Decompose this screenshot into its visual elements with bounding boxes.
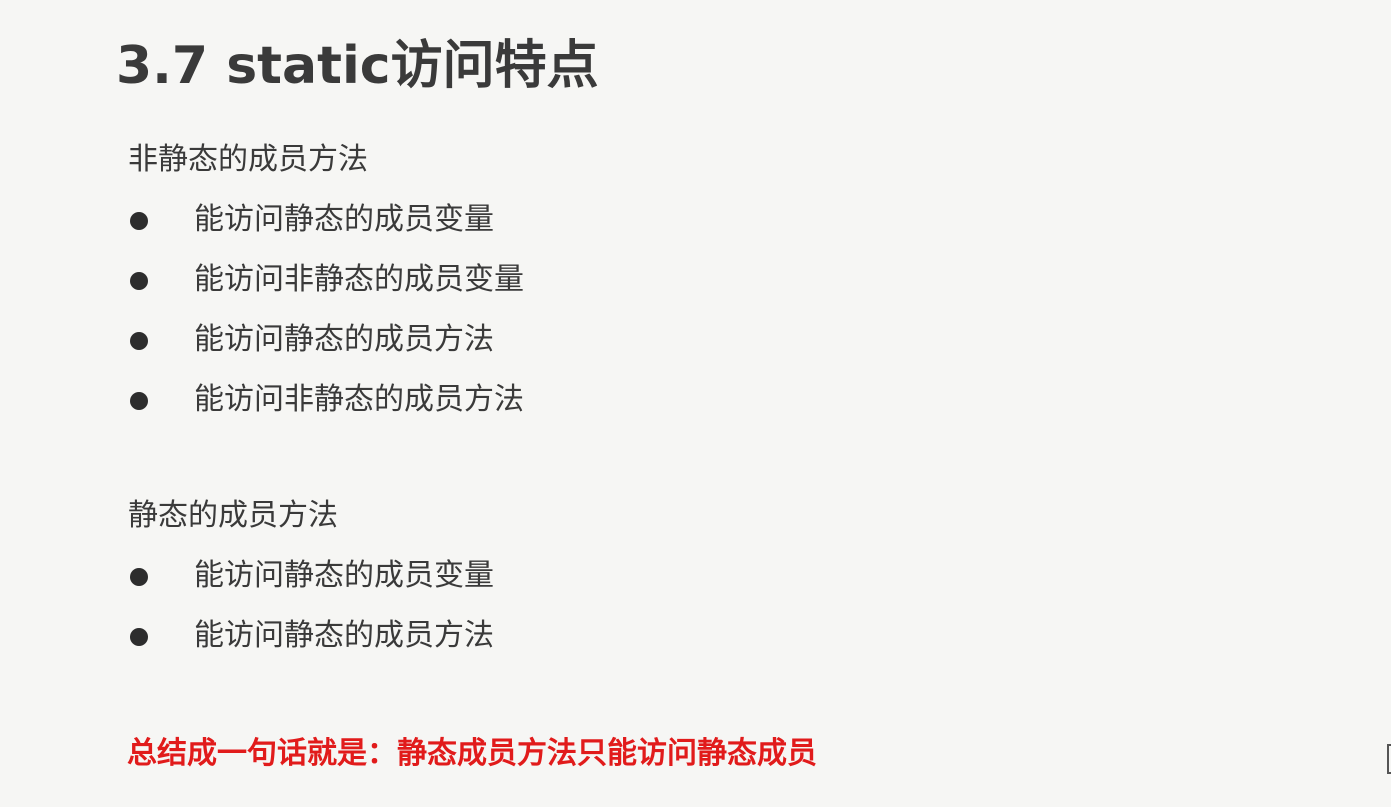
list-item: 能访问静态的成员变量 (128, 556, 1028, 596)
bullet-icon (130, 332, 148, 350)
bullet-icon (130, 392, 148, 410)
static-section: 静态的成员方法 能访问静态的成员变量 能访问静态的成员方法 (128, 496, 1028, 656)
static-list: 能访问静态的成员变量 能访问静态的成员方法 (128, 556, 1028, 656)
list-item-text: 能访问静态的成员方法 (194, 322, 494, 357)
list-item: 能访问非静态的成员变量 (128, 260, 1028, 300)
bullet-icon (130, 628, 148, 646)
corner-bracket-icon (1387, 744, 1391, 774)
list-item: 能访问静态的成员变量 (128, 200, 1028, 240)
list-item-text: 能访问静态的成员变量 (194, 558, 494, 593)
non-static-heading: 非静态的成员方法 (128, 142, 368, 177)
list-item-text: 能访问非静态的成员变量 (194, 262, 524, 297)
summary-text: 总结成一句话就是：静态成员方法只能访问静态成员 (127, 736, 817, 771)
bullet-icon (130, 212, 148, 230)
non-static-section: 非静态的成员方法 能访问静态的成员变量 能访问非静态的成员变量 能访问静态的成员… (128, 140, 1028, 420)
bullet-icon (130, 568, 148, 586)
bullet-icon (130, 272, 148, 290)
list-item: 能访问静态的成员方法 (128, 320, 1028, 360)
list-item-text: 能访问静态的成员变量 (194, 202, 494, 237)
list-item-text: 能访问非静态的成员方法 (194, 382, 524, 417)
list-item: 能访问静态的成员方法 (128, 616, 1028, 656)
slide: 3.7 static访问特点 非静态的成员方法 能访问静态的成员变量 能访问非静… (0, 0, 1391, 807)
non-static-list: 能访问静态的成员变量 能访问非静态的成员变量 能访问静态的成员方法 能访问非静态… (128, 200, 1028, 420)
list-item-text: 能访问静态的成员方法 (194, 618, 494, 653)
list-item: 能访问非静态的成员方法 (128, 380, 1028, 420)
page-title: 3.7 static访问特点 (116, 36, 599, 96)
static-heading: 静态的成员方法 (128, 498, 338, 533)
